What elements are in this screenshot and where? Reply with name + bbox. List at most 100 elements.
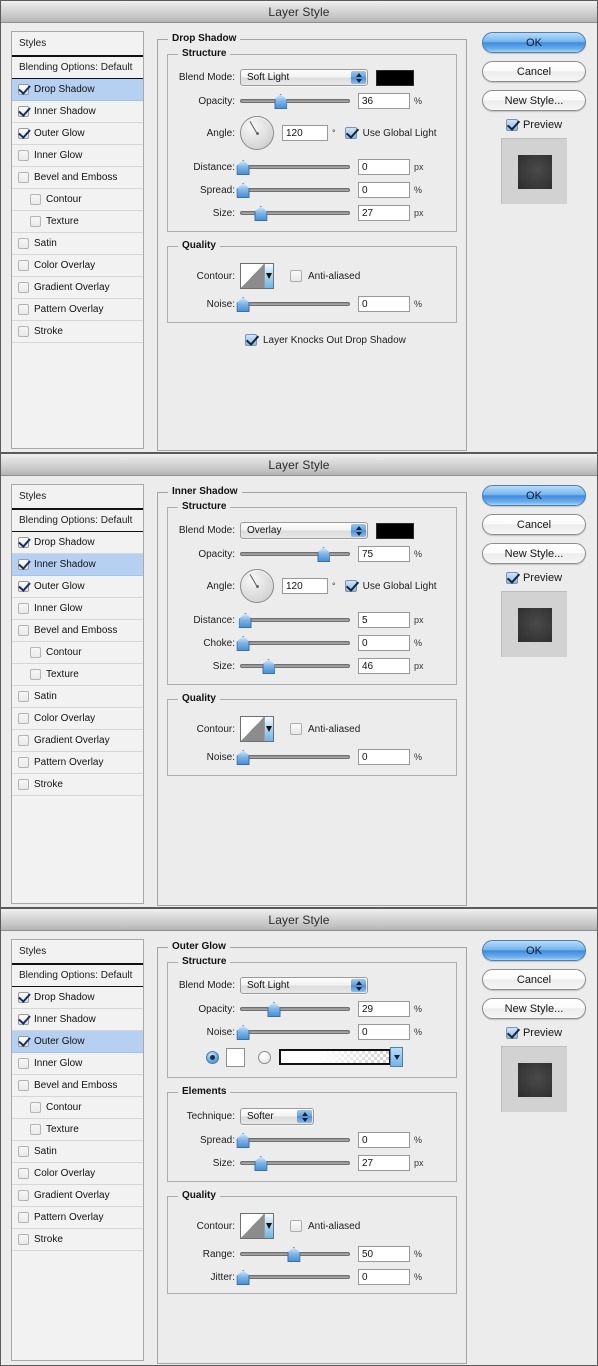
contour-preset-picker[interactable] <box>240 263 274 289</box>
sidebar-item-gradient-overlay[interactable]: Gradient Overlay <box>12 1185 143 1207</box>
jitter-slider[interactable] <box>240 1270 350 1284</box>
checkbox-icon[interactable] <box>18 1212 29 1223</box>
titlebar[interactable]: Layer Style <box>1 909 597 931</box>
technique-select[interactable]: Softer <box>240 1108 314 1125</box>
noise-slider[interactable] <box>240 1025 350 1039</box>
checkbox-icon[interactable] <box>18 779 29 790</box>
sidebar-item-inner-shadow[interactable]: Inner Shadow <box>12 554 143 576</box>
angle-input[interactable]: 120 <box>282 125 328 141</box>
noise-input[interactable]: 0 <box>358 296 410 312</box>
checkbox-icon[interactable] <box>18 735 29 746</box>
choke-input[interactable]: 0 <box>358 635 410 651</box>
checkbox-icon[interactable] <box>290 1220 302 1232</box>
checkbox-icon[interactable] <box>344 580 357 592</box>
checkbox-icon[interactable] <box>290 723 302 735</box>
checkbox-icon[interactable] <box>18 150 29 161</box>
jitter-input[interactable]: 0 <box>358 1269 410 1285</box>
checkbox-icon[interactable] <box>30 669 41 680</box>
checkbox-icon[interactable] <box>18 603 29 614</box>
sidebar-item-color-overlay[interactable]: Color Overlay <box>12 1163 143 1185</box>
anti-aliased-row[interactable]: Anti-aliased <box>290 1220 360 1232</box>
range-input[interactable]: 50 <box>358 1246 410 1262</box>
sidebar-item-inner-glow[interactable]: Inner Glow <box>12 145 143 167</box>
ok-button[interactable]: OK <box>482 32 586 53</box>
sidebar-item-bevel-and-emboss[interactable]: Bevel and Emboss <box>12 1075 143 1097</box>
size-slider[interactable] <box>240 659 350 673</box>
checkbox-icon[interactable] <box>290 270 302 282</box>
checkbox-icon[interactable] <box>18 1036 29 1047</box>
sidebar-item-satin[interactable]: Satin <box>12 686 143 708</box>
sidebar-item-outer-glow[interactable]: Outer Glow <box>12 1031 143 1053</box>
size-input[interactable]: 27 <box>358 1155 410 1171</box>
new-style-button[interactable]: New Style... <box>482 998 586 1019</box>
sidebar-item-stroke[interactable]: Stroke <box>12 1229 143 1251</box>
anti-aliased-row[interactable]: Anti-aliased <box>290 270 360 282</box>
titlebar[interactable]: Layer Style <box>1 454 597 476</box>
sidebar-item-inner-shadow[interactable]: Inner Shadow <box>12 101 143 123</box>
checkbox-icon[interactable] <box>18 304 29 315</box>
spread-slider[interactable] <box>240 183 350 197</box>
checkbox-icon[interactable] <box>18 1080 29 1091</box>
sidebar-item-contour[interactable]: Contour <box>12 642 143 664</box>
contour-preset-picker[interactable] <box>240 716 274 742</box>
anti-aliased-row[interactable]: Anti-aliased <box>290 723 360 735</box>
layer-knocks-out-row[interactable]: Layer Knocks Out Drop Shadow <box>245 334 457 346</box>
checkbox-icon[interactable] <box>18 625 29 636</box>
checkbox-icon[interactable] <box>505 1027 518 1039</box>
sidebar-item-color-overlay[interactable]: Color Overlay <box>12 708 143 730</box>
sidebar-item-stroke[interactable]: Stroke <box>12 774 143 796</box>
cancel-button[interactable]: Cancel <box>482 969 586 990</box>
fill-type-gradient-radio[interactable] <box>258 1050 271 1064</box>
opacity-slider[interactable] <box>240 547 350 561</box>
spread-input[interactable]: 0 <box>358 182 410 198</box>
noise-slider[interactable] <box>240 297 350 311</box>
distance-slider[interactable] <box>240 613 350 627</box>
shadow-color-swatch[interactable] <box>376 69 414 86</box>
use-global-light-row[interactable]: Use Global Light <box>344 580 437 592</box>
checkbox-icon[interactable] <box>18 757 29 768</box>
sidebar-item-gradient-overlay[interactable]: Gradient Overlay <box>12 730 143 752</box>
distance-slider[interactable] <box>240 160 350 174</box>
sidebar-item-pattern-overlay[interactable]: Pattern Overlay <box>12 299 143 321</box>
preview-toggle[interactable]: Preview <box>505 119 562 131</box>
sidebar-item-inner-shadow[interactable]: Inner Shadow <box>12 1009 143 1031</box>
checkbox-icon[interactable] <box>18 260 29 271</box>
checkbox-icon[interactable] <box>505 572 518 584</box>
checkbox-icon[interactable] <box>18 238 29 249</box>
blend-mode-select[interactable]: Overlay <box>240 522 368 539</box>
cancel-button[interactable]: Cancel <box>482 514 586 535</box>
new-style-button[interactable]: New Style... <box>482 90 586 111</box>
checkbox-icon[interactable] <box>18 713 29 724</box>
angle-dial[interactable] <box>240 569 274 603</box>
checkbox-icon[interactable] <box>18 992 29 1003</box>
opacity-input[interactable]: 29 <box>358 1001 410 1017</box>
checkbox-icon[interactable] <box>18 1234 29 1245</box>
contour-preset-picker[interactable] <box>240 1213 274 1239</box>
size-slider[interactable] <box>240 1156 350 1170</box>
checkbox-icon[interactable] <box>18 84 29 95</box>
choke-slider[interactable] <box>240 636 350 650</box>
sidebar-item-texture[interactable]: Texture <box>12 211 143 233</box>
spread-slider[interactable] <box>240 1133 350 1147</box>
checkbox-icon[interactable] <box>245 334 257 346</box>
noise-slider[interactable] <box>240 750 350 764</box>
opacity-input[interactable]: 75 <box>358 546 410 562</box>
checkbox-icon[interactable] <box>30 1102 41 1113</box>
distance-input[interactable]: 0 <box>358 159 410 175</box>
checkbox-icon[interactable] <box>30 216 41 227</box>
glow-color-swatch[interactable] <box>226 1047 245 1067</box>
size-slider[interactable] <box>240 206 350 220</box>
ok-button[interactable]: OK <box>482 485 586 506</box>
checkbox-icon[interactable] <box>18 691 29 702</box>
sidebar-item-satin[interactable]: Satin <box>12 1141 143 1163</box>
angle-dial[interactable] <box>240 116 274 150</box>
shadow-color-swatch[interactable] <box>376 522 414 539</box>
checkbox-icon[interactable] <box>18 282 29 293</box>
size-input[interactable]: 27 <box>358 205 410 221</box>
noise-input[interactable]: 0 <box>358 1024 410 1040</box>
sidebar-item-bevel-and-emboss[interactable]: Bevel and Emboss <box>12 620 143 642</box>
blending-options-item[interactable]: Blending Options: Default <box>12 965 143 987</box>
sidebar-item-drop-shadow[interactable]: Drop Shadow <box>12 79 143 101</box>
spread-input[interactable]: 0 <box>358 1132 410 1148</box>
checkbox-icon[interactable] <box>505 119 518 131</box>
